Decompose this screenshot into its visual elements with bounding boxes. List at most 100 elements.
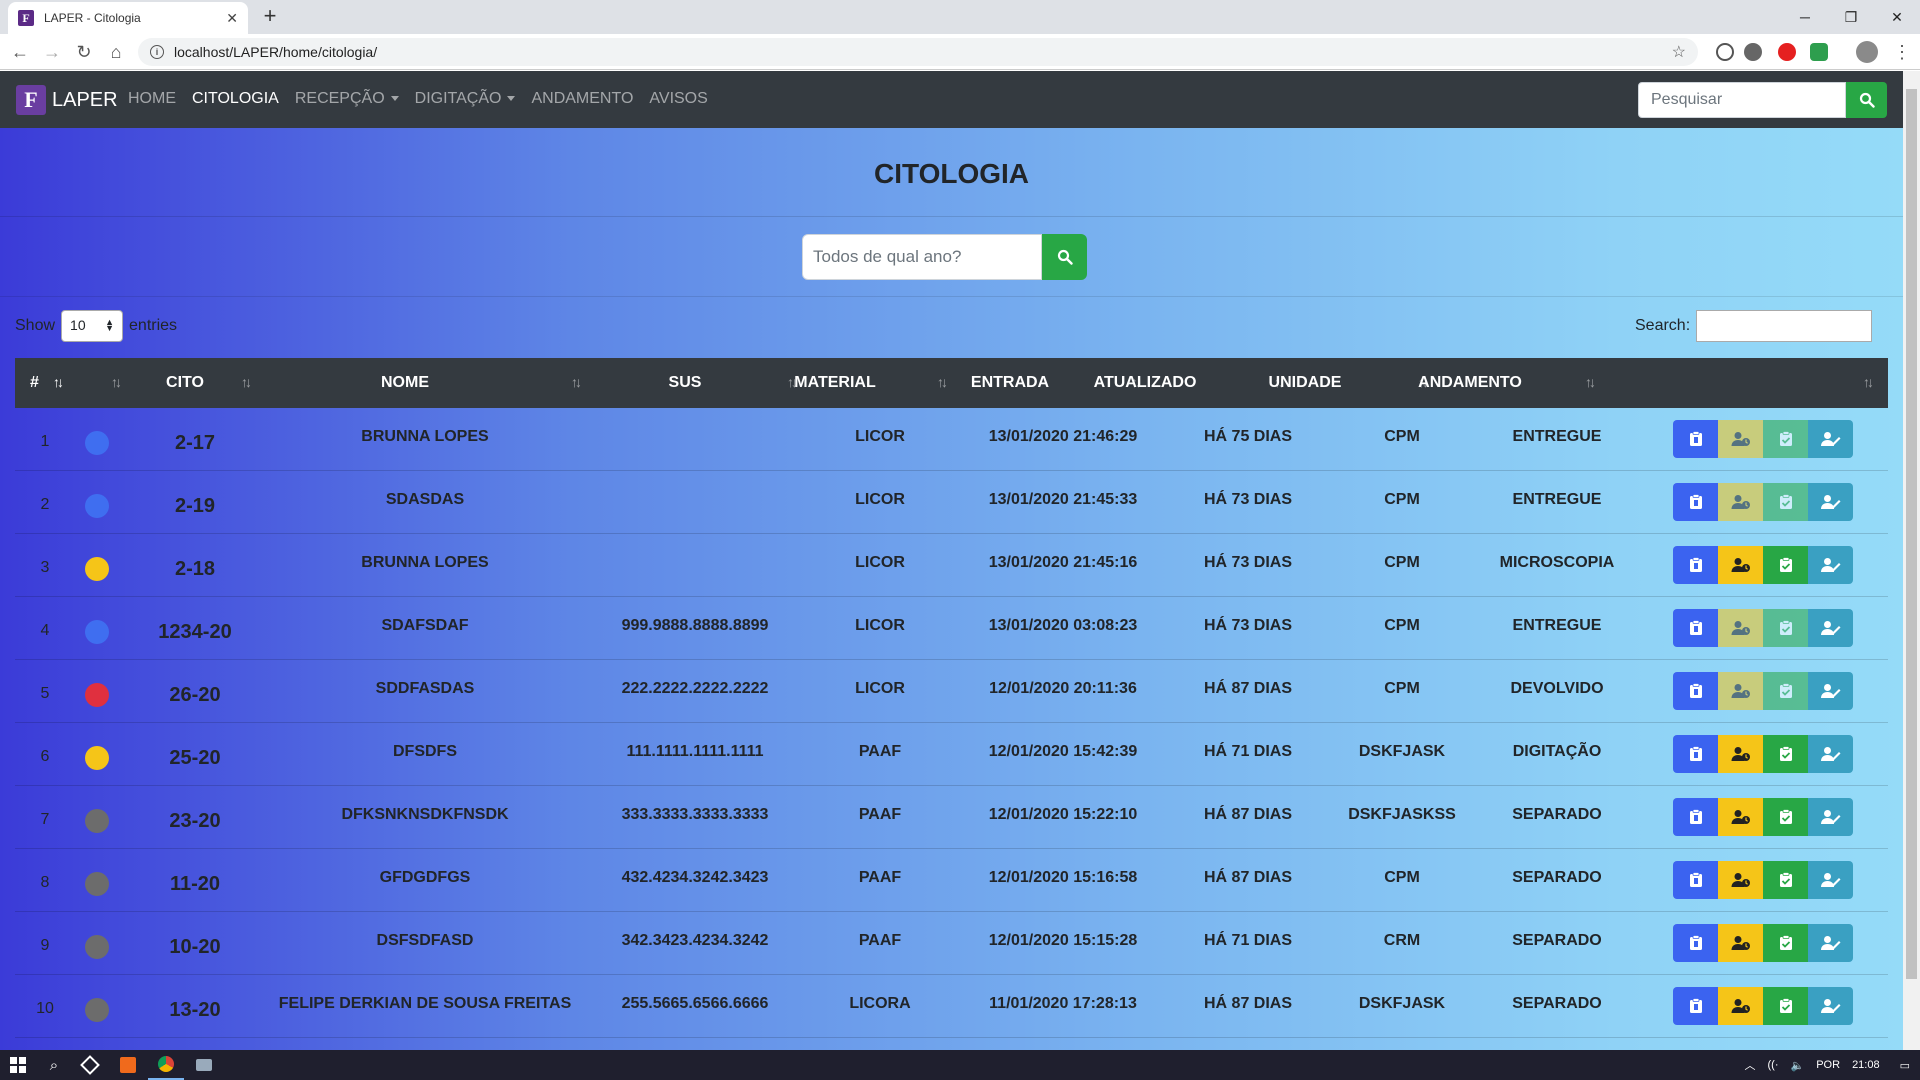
language-indicator[interactable]: POR [1816, 1059, 1840, 1071]
nav-item-andamento[interactable]: ANDAMENTO [531, 90, 633, 108]
clipboard-check-button[interactable] [1763, 483, 1808, 521]
wifi-icon[interactable]: ((· [1768, 1059, 1779, 1071]
scrollbar-thumb[interactable] [1906, 89, 1917, 979]
user-clock-button[interactable] [1718, 546, 1763, 584]
sort-icon[interactable]: ↑↓ [111, 374, 122, 390]
user-edit-button[interactable] [1808, 420, 1853, 458]
clipboard-check-button[interactable] [1763, 672, 1808, 710]
user-edit-button[interactable] [1808, 924, 1853, 962]
forward-icon[interactable]: → [40, 40, 64, 64]
chevron-up-icon[interactable]: ︿ [1745, 1057, 1756, 1073]
reload-icon[interactable]: ↻ [72, 40, 96, 64]
user-edit-button[interactable] [1808, 609, 1853, 647]
brand[interactable]: F LAPER [16, 85, 118, 115]
profile-avatar[interactable] [1856, 41, 1878, 63]
column-header[interactable]: ANDAMENTO [1385, 358, 1555, 408]
user-clock-button[interactable] [1718, 798, 1763, 836]
column-header[interactable]: NOME [240, 358, 570, 408]
close-window-icon[interactable]: ✕ [1874, 0, 1920, 34]
clipboard-check-button[interactable] [1763, 861, 1808, 899]
extension-icon[interactable] [1744, 43, 1762, 61]
user-clock-button[interactable] [1718, 987, 1763, 1025]
clipboard-check-button[interactable] [1763, 546, 1808, 584]
extension-icon[interactable] [1716, 43, 1734, 61]
back-icon[interactable]: ← [8, 40, 32, 64]
search-icon[interactable]: ⌕ [36, 1050, 72, 1080]
sort-icon[interactable]: ↑↓ [53, 374, 64, 390]
clipboard-check-button[interactable] [1763, 798, 1808, 836]
sort-icon[interactable]: ↑↓ [1585, 374, 1596, 390]
clipboard-button[interactable] [1673, 672, 1718, 710]
user-edit-button[interactable] [1808, 546, 1853, 584]
volume-icon[interactable]: 🔈 [1791, 1059, 1805, 1072]
user-edit-button[interactable] [1808, 861, 1853, 899]
table-search-input[interactable] [1696, 310, 1873, 342]
column-header[interactable]: # [30, 358, 50, 408]
minimize-icon[interactable]: ─ [1782, 0, 1828, 34]
clipboard-button[interactable] [1673, 987, 1718, 1025]
extension-icon[interactable] [1778, 43, 1796, 61]
year-filter-input[interactable]: Todos de qual ano? [802, 234, 1042, 280]
clock[interactable]: 21:08 [1852, 1059, 1880, 1071]
user-clock-button[interactable] [1718, 924, 1763, 962]
nav-item-recepcao[interactable]: RECEPÇÃO [295, 90, 399, 108]
column-header[interactable] [1675, 358, 1875, 408]
user-clock-button[interactable] [1718, 672, 1763, 710]
url-bar[interactable]: i localhost/LAPER/home/citologia/ ☆ [138, 38, 1698, 66]
column-header[interactable]: CITO [135, 358, 235, 408]
clipboard-button[interactable] [1673, 420, 1718, 458]
clipboard-button[interactable] [1673, 735, 1718, 773]
nav-item-digitacao[interactable]: DIGITAÇÃO [415, 90, 516, 108]
column-header[interactable]: UNIDADE [1240, 358, 1370, 408]
clipboard-button[interactable] [1673, 924, 1718, 962]
clipboard-button[interactable] [1673, 483, 1718, 521]
windows-start-icon[interactable] [0, 1050, 36, 1080]
bookmark-star-icon[interactable]: ☆ [1672, 42, 1686, 62]
nav-search-button[interactable] [1846, 82, 1887, 118]
nav-item-citologia[interactable]: CITOLOGIA [192, 90, 279, 108]
column-header[interactable]: SUS [575, 358, 795, 408]
column-header[interactable] [75, 358, 135, 408]
clipboard-check-button[interactable] [1763, 924, 1808, 962]
page-length-select[interactable]: 10 ▲ ▼ [61, 310, 124, 342]
home-icon[interactable]: ⌂ [104, 40, 128, 64]
close-tab-icon[interactable]: ✕ [226, 10, 238, 27]
clipboard-check-button[interactable] [1763, 987, 1808, 1025]
chrome-icon[interactable] [148, 1050, 184, 1080]
notifications-icon[interactable]: ▭ [1900, 1059, 1910, 1072]
browser-menu-icon[interactable]: ⋮ [1890, 40, 1914, 64]
scrollbar[interactable] [1903, 71, 1920, 1050]
user-clock-button[interactable] [1718, 420, 1763, 458]
column-header[interactable]: MATERIAL [775, 358, 895, 408]
user-clock-button[interactable] [1718, 735, 1763, 773]
column-header[interactable]: ATUALIZADO [1070, 358, 1220, 408]
restore-icon[interactable]: ❐ [1828, 0, 1874, 34]
nav-item-avisos[interactable]: AVISOS [649, 90, 707, 108]
clipboard-button[interactable] [1673, 609, 1718, 647]
site-info-icon[interactable]: i [150, 45, 164, 59]
user-edit-button[interactable] [1808, 987, 1853, 1025]
clipboard-button[interactable] [1673, 546, 1718, 584]
app-icon[interactable] [110, 1050, 146, 1080]
app-icon[interactable] [186, 1050, 222, 1080]
user-edit-button[interactable] [1808, 798, 1853, 836]
user-clock-button[interactable] [1718, 483, 1763, 521]
sort-icon[interactable]: ↑↓ [1863, 374, 1874, 390]
clipboard-check-button[interactable] [1763, 420, 1808, 458]
nav-item-home[interactable]: HOME [128, 90, 176, 108]
user-edit-button[interactable] [1808, 672, 1853, 710]
clipboard-check-button[interactable] [1763, 735, 1808, 773]
new-tab-button[interactable]: + [258, 3, 282, 28]
extension-icon[interactable] [1810, 43, 1828, 61]
clipboard-check-button[interactable] [1763, 609, 1808, 647]
user-edit-button[interactable] [1808, 483, 1853, 521]
user-clock-button[interactable] [1718, 861, 1763, 899]
user-clock-button[interactable] [1718, 609, 1763, 647]
clipboard-button[interactable] [1673, 861, 1718, 899]
year-filter-button[interactable] [1042, 234, 1087, 280]
user-edit-button[interactable] [1808, 735, 1853, 773]
browser-tab[interactable]: F LAPER - Citologia ✕ [8, 2, 248, 34]
nav-search-input[interactable]: Pesquisar [1638, 82, 1846, 118]
app-icon[interactable] [72, 1050, 108, 1080]
clipboard-button[interactable] [1673, 798, 1718, 836]
